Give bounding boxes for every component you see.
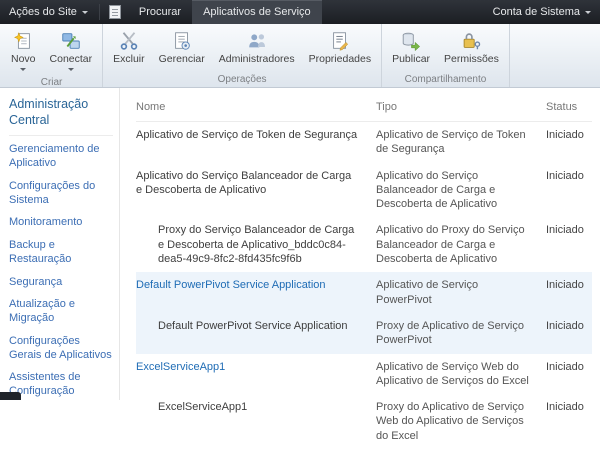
ribbon-group-operacoes: Excluir Gerenciar Administradores Propri… (103, 24, 383, 87)
properties-button[interactable]: Propriedades (302, 26, 378, 68)
service-app-proxy-name: Default PowerPivot Service Application (158, 319, 348, 332)
topbar-divider (98, 4, 100, 20)
properties-button-label: Propriedades (308, 53, 372, 65)
delete-button[interactable]: Excluir (106, 26, 152, 68)
ribbon-group-compartilhamento: Publicar Permissões Compartilhamento (382, 24, 510, 87)
content-area: Administração Central Gerenciamento de A… (0, 88, 600, 442)
status-value: Iniciado (546, 401, 584, 414)
administrators-button-label: Administradores (218, 53, 295, 65)
new-item-icon (14, 32, 31, 49)
table-row[interactable]: Aplicativo do Serviço Balanceador de Car… (136, 163, 592, 218)
dropdown-caret-icon (67, 67, 74, 74)
table-row[interactable]: ExcelServiceApp1 Aplicativo de Serviço W… (136, 354, 592, 395)
table-row[interactable]: ExcelServiceApp1 Proxy do Aplicativo de … (136, 394, 592, 449)
tab-aplicativos-de-servico[interactable]: Aplicativos de Serviço (192, 0, 322, 24)
service-app-proxy-name: Proxy do Serviço Balanceador de Carga e … (158, 224, 355, 266)
service-applications-list: Nome Tipo Status Aplicativo de Serviço d… (120, 88, 600, 442)
service-app-name-link[interactable]: ExcelServiceApp1 (136, 360, 376, 389)
permissions-button[interactable]: Permissões (437, 26, 506, 68)
connect-button-label: Conectar (49, 53, 93, 65)
status-value: Iniciado (546, 129, 584, 141)
service-app-type: Aplicativo do Serviço Balanceador de Car… (376, 169, 498, 211)
service-app-type: Aplicativo de Serviço de Token de Segura… (376, 129, 526, 156)
properties-document-icon (332, 32, 348, 51)
status-value: Iniciado (546, 224, 584, 237)
administrators-button[interactable]: Administradores (212, 26, 302, 68)
table-row[interactable]: Aplicativo de Serviço de Token de Segura… (136, 122, 592, 163)
service-app-type: Proxy do Aplicativo de Serviço Web do Ap… (376, 401, 524, 442)
publish-button[interactable]: Publicar (385, 26, 437, 68)
ribbon-group-label-compartilhamento: Compartilhamento (404, 74, 487, 85)
new-button-label: Novo (11, 53, 36, 65)
ribbon: Novo Conectar Criar Excluir Gerenciar Ad… (0, 24, 600, 88)
manage-button[interactable]: Gerenciar (152, 26, 212, 68)
manage-document-icon (174, 32, 190, 50)
site-actions-menu[interactable]: Ações do Site (0, 0, 97, 24)
dropdown-caret-icon (20, 67, 27, 74)
connect-icon (62, 33, 80, 49)
status-value: Iniciado (546, 319, 584, 332)
service-app-proxy-name: ExcelServiceApp1 (158, 401, 248, 414)
administrators-people-icon (248, 34, 265, 48)
service-app-name: Aplicativo do Serviço Balanceador de Car… (136, 169, 352, 196)
column-header-nome[interactable]: Nome (136, 101, 376, 113)
column-header-tipo[interactable]: Tipo (376, 101, 546, 113)
service-app-name-link[interactable]: Default PowerPivot Service Application (136, 278, 376, 307)
window-corner-fragment (0, 392, 21, 400)
service-app-type: Aplicativo de Serviço Web do Aplicativo … (376, 360, 529, 387)
top-bar: Ações do Site Procurar Aplicativos de Se… (0, 0, 600, 24)
edit-page-icon[interactable] (108, 5, 121, 19)
sidebar-item-monitoramento[interactable]: Monitoramento (9, 216, 113, 230)
connect-button[interactable]: Conectar (43, 26, 100, 76)
delete-scissors-icon (120, 32, 138, 50)
sidebar-title-administracao-central[interactable]: Administração Central (9, 97, 113, 137)
service-app-type: Aplicativo do Proxy do Serviço Balancead… (376, 224, 525, 266)
table-header: Nome Tipo Status (136, 97, 592, 122)
sidebar-item-configuracoes-sistema[interactable]: Configurações do Sistema (9, 180, 113, 208)
left-navigation: Administração Central Gerenciamento de A… (0, 88, 120, 400)
publish-arrow-icon (402, 32, 421, 52)
sidebar-item-seguranca[interactable]: Segurança (9, 276, 113, 290)
service-app-type: Proxy de Aplicativo de Serviço PowerPivo… (376, 319, 524, 347)
service-app-name: Aplicativo de Serviço de Token de Segura… (136, 129, 358, 141)
site-actions-label: Ações do Site (9, 6, 77, 18)
column-header-status[interactable]: Status (546, 101, 592, 113)
delete-button-label: Excluir (113, 53, 145, 65)
sidebar-item-gerenciamento-aplicativo[interactable]: Gerenciamento de Aplicativo (9, 143, 113, 171)
service-app-type: Aplicativo de Serviço PowerPivot (376, 279, 479, 306)
sidebar-item-atualizacao-migracao[interactable]: Atualização e Migração (9, 298, 113, 326)
permissions-button-label: Permissões (444, 53, 499, 65)
ribbon-group-criar: Novo Conectar Criar (1, 24, 104, 88)
manage-button-label: Gerenciar (158, 53, 205, 65)
publish-button-label: Publicar (392, 53, 431, 65)
table-row[interactable]: Default PowerPivot Service Application A… (136, 272, 592, 313)
table-row[interactable]: Proxy do Serviço Balanceador de Carga e … (136, 217, 592, 272)
tab-procurar[interactable]: Procurar (128, 0, 192, 24)
status-value: Iniciado (546, 279, 584, 292)
ribbon-group-label-operacoes: Operações (217, 74, 267, 85)
status-value: Iniciado (546, 360, 584, 373)
new-button[interactable]: Novo (4, 26, 43, 76)
permissions-lock-icon (464, 33, 481, 50)
status-value: Iniciado (546, 169, 584, 182)
sidebar-item-backup-restauracao[interactable]: Backup e Restauração (9, 239, 113, 267)
table-row[interactable]: Default PowerPivot Service Application P… (136, 312, 592, 354)
account-label: Conta de Sistema (492, 6, 580, 18)
sidebar-item-configuracoes-gerais-aplicativos[interactable]: Configurações Gerais de Aplicativos (9, 335, 113, 363)
account-menu[interactable]: Conta de Sistema (484, 0, 600, 24)
sidebar-item-assistentes-configuracao[interactable]: Assistentes de Configuração (9, 371, 113, 399)
